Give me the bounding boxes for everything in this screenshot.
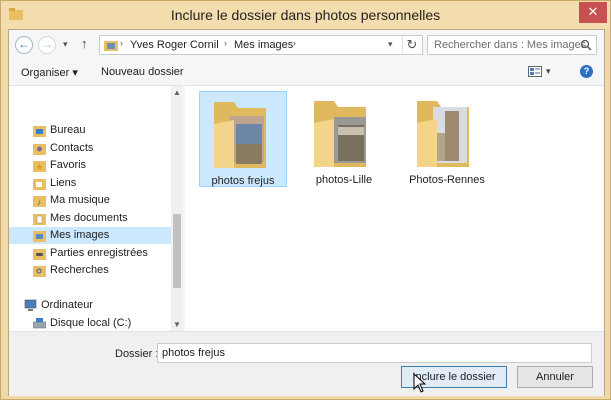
folder-item-photos-lille[interactable]: photos-Lille <box>300 91 388 187</box>
nav-item-label: Ma musique <box>50 194 110 206</box>
close-button[interactable]: ✕ <box>579 2 607 23</box>
folder-label: Photos-Rennes <box>409 174 485 186</box>
nav-item-ma-musique[interactable]: ♪ Ma musique <box>9 192 171 209</box>
navigation-scrollbar[interactable]: ▲ ▼ <box>171 86 183 331</box>
nav-item-liens[interactable]: Liens <box>9 175 171 192</box>
back-button[interactable]: ← <box>15 36 33 54</box>
dialog-body: ← → ▾ ↑ › Yves Roger Cornil › Mes images… <box>8 29 605 396</box>
search-input[interactable]: Rechercher dans : Mes images <box>427 35 597 55</box>
links-icon <box>33 179 46 190</box>
address-bar[interactable]: › Yves Roger Cornil › Mes images › ▾ ↻ <box>99 35 423 55</box>
drive-icon <box>33 318 46 329</box>
nav-item-label: Recherches <box>50 264 109 276</box>
nav-item-label: Disque local (C:) <box>50 317 132 329</box>
organize-button[interactable]: Organiser ▾ <box>21 66 78 79</box>
folder-icon <box>214 102 266 168</box>
folder-item-photos-frejus[interactable]: photos frejus <box>199 91 287 187</box>
breadcrumb-mes-images[interactable]: Mes images <box>234 39 293 51</box>
computer-icon <box>24 299 37 311</box>
up-button[interactable]: ↑ <box>81 36 88 51</box>
contacts-icon <box>33 144 46 155</box>
searches-icon <box>33 266 46 277</box>
folder-name-field[interactable] <box>157 343 592 363</box>
title-bar: Inclure le dossier dans photos personnel… <box>1 1 610 29</box>
nav-item-label: Mes documents <box>50 212 128 224</box>
navigation-pane: Bureau Contacts Favoris Liens ♪ Ma musiq… <box>9 85 183 331</box>
folder-content-pane: photos frejus photos-Lille Photos-Rennes <box>185 85 604 331</box>
nav-item-label: Ordinateur <box>41 299 93 311</box>
new-folder-button[interactable]: Nouveau dossier <box>101 66 184 78</box>
cancel-button[interactable]: Annuler <box>517 366 593 388</box>
desktop-icon <box>33 126 46 137</box>
favorites-icon <box>33 161 46 172</box>
nav-item-ordinateur[interactable]: Ordinateur <box>9 297 171 314</box>
nav-item-disque-local[interactable]: Disque local (C:) <box>9 315 171 332</box>
mouse-cursor-icon <box>413 373 427 393</box>
window-title: Inclure le dossier dans photos personnel… <box>170 7 441 23</box>
folder-label: photos-Lille <box>315 174 373 186</box>
nav-item-recherches[interactable]: Recherches <box>9 262 171 279</box>
forward-button[interactable]: → <box>38 36 56 54</box>
nav-item-mes-images[interactable]: Mes images <box>9 227 171 244</box>
nav-item-label: Parties enregistrées <box>50 247 148 259</box>
view-icon[interactable] <box>528 66 542 77</box>
folder-field-label: Dossier : <box>115 348 159 360</box>
scrollbar-thumb[interactable] <box>173 214 181 288</box>
dialog-footer: Dossier : Inclure le dossier Annuler <box>9 331 604 396</box>
nav-item-label: Contacts <box>50 142 94 154</box>
breadcrumb-separator: › <box>120 38 123 48</box>
help-icon[interactable]: ? <box>580 65 593 78</box>
saved-games-icon <box>33 249 46 260</box>
nav-item-label: Mes images <box>50 229 110 241</box>
folder-item-photos-rennes[interactable]: Photos-Rennes <box>403 91 491 187</box>
recent-locations-dropdown[interactable]: ▾ <box>63 39 68 50</box>
nav-item-label: Bureau <box>50 124 86 136</box>
folder-label: photos frejus <box>211 175 275 187</box>
address-dropdown-icon[interactable]: ▾ <box>388 39 393 50</box>
scroll-down-icon[interactable]: ▼ <box>173 320 181 329</box>
breadcrumb-separator: › <box>224 38 227 48</box>
pictures-icon <box>33 231 46 242</box>
folder-icon <box>417 101 469 167</box>
refresh-icon[interactable]: ↻ <box>402 36 421 54</box>
svg-text:♪: ♪ <box>37 198 41 207</box>
nav-item-label: Liens <box>50 177 77 189</box>
pictures-folder-icon <box>104 41 118 51</box>
nav-item-contacts[interactable]: Contacts <box>9 140 171 157</box>
folder-icon <box>314 101 366 167</box>
scroll-up-icon[interactable]: ▲ <box>173 88 181 97</box>
nav-item-mes-documents[interactable]: Mes documents <box>9 210 171 227</box>
nav-item-parties-enregistrees[interactable]: Parties enregistrées <box>9 245 171 262</box>
nav-item-label: Favoris <box>50 159 87 171</box>
documents-icon <box>33 214 46 225</box>
breadcrumb-separator: › <box>293 38 296 48</box>
search-icon <box>580 39 592 51</box>
view-dropdown-icon[interactable]: ▾ <box>546 66 551 77</box>
music-icon: ♪ <box>33 196 46 207</box>
search-placeholder: Rechercher dans : Mes images <box>434 39 587 51</box>
command-bar: Organiser ▾ Nouveau dossier ▾ ? <box>9 61 604 83</box>
breadcrumb-user[interactable]: Yves Roger Cornil <box>130 39 219 51</box>
nav-item-bureau[interactable]: Bureau <box>9 122 171 139</box>
nav-item-favoris[interactable]: Favoris <box>9 157 171 174</box>
dialog-window: Inclure le dossier dans photos personnel… <box>0 0 611 400</box>
